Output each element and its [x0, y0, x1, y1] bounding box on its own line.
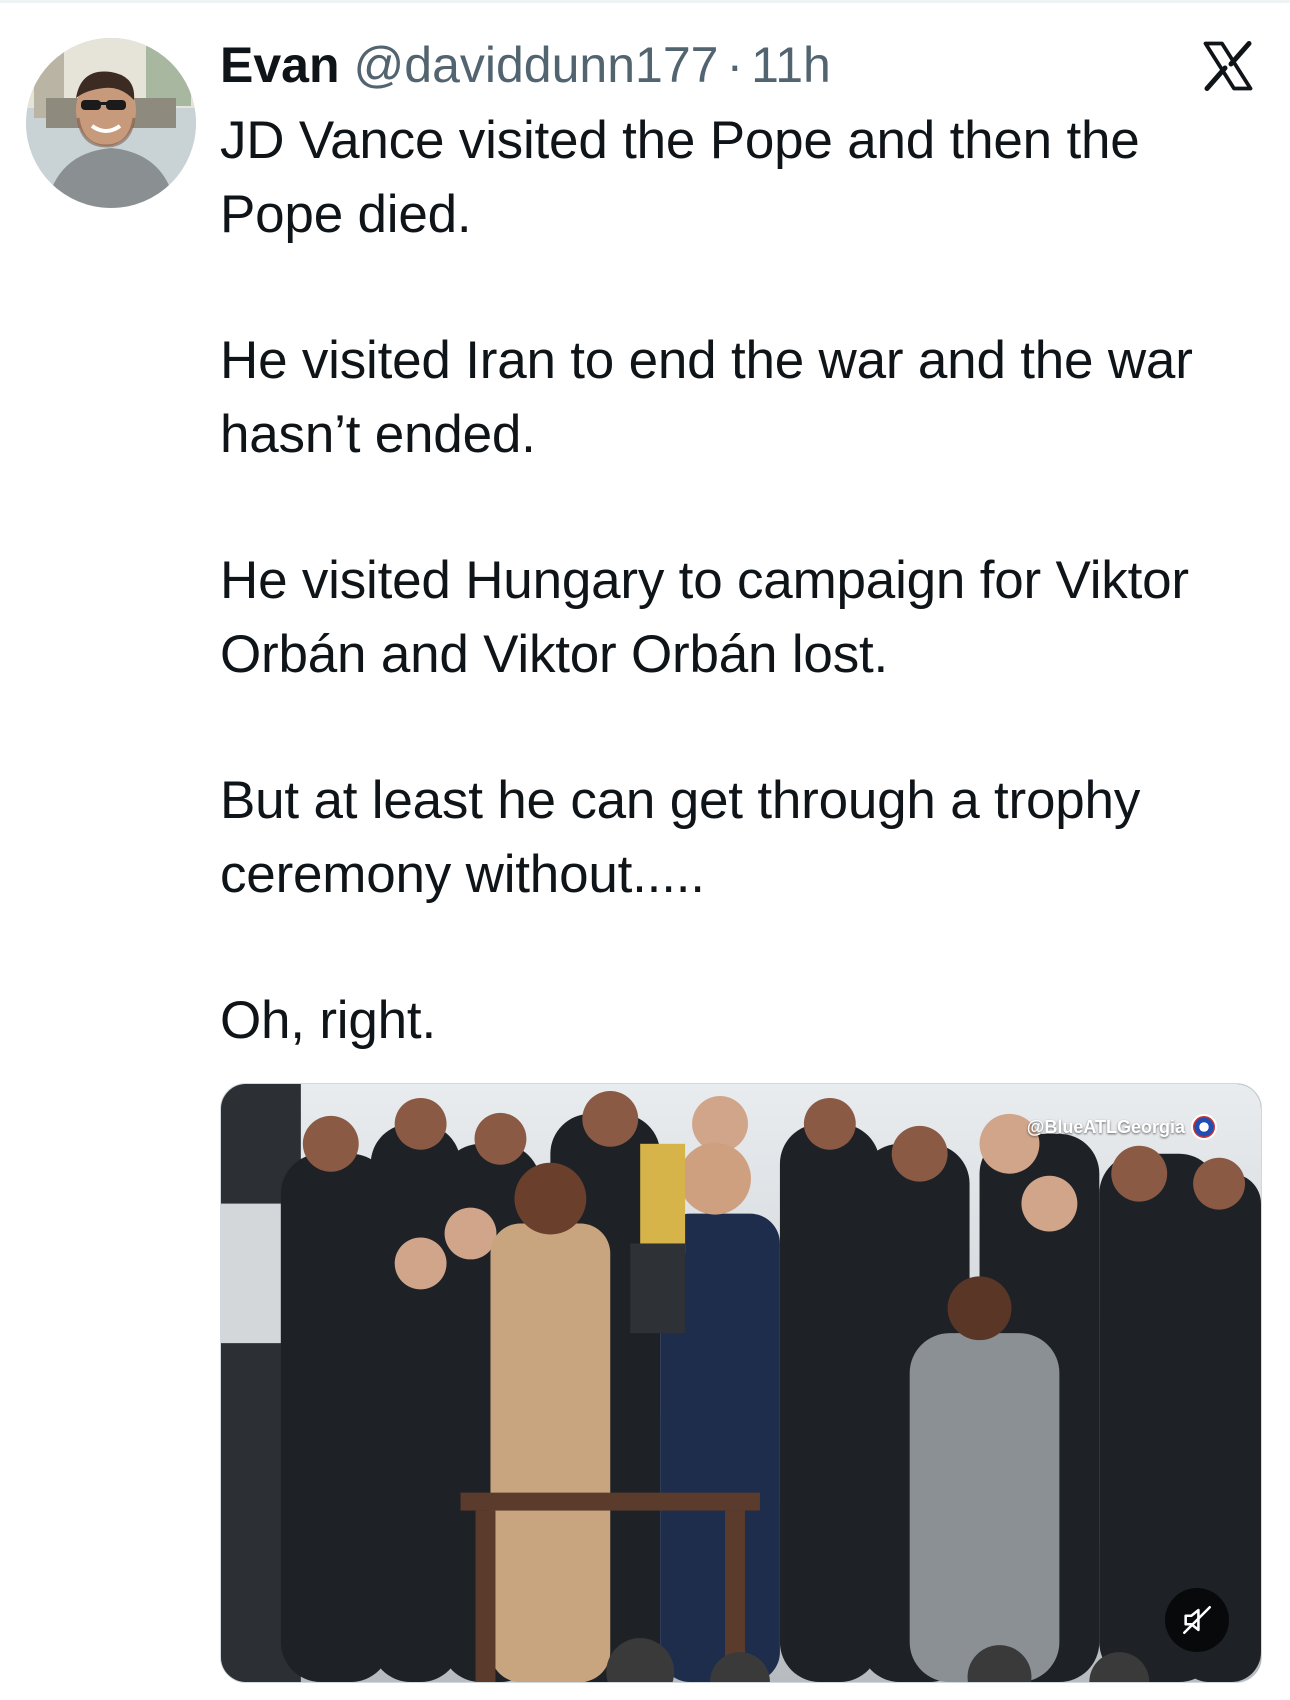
- tweet-paragraph: JD Vance visited the Pope and then the P…: [220, 111, 1140, 244]
- mute-toggle-button[interactable]: [1165, 1588, 1229, 1652]
- post-time[interactable]: 11h: [751, 36, 831, 94]
- tweet-paragraph: Oh, right.: [220, 991, 436, 1050]
- author-name[interactable]: Evan: [220, 36, 340, 94]
- avatar-photo: [26, 38, 196, 208]
- watermark-text: @BlueATLGeorgia: [1026, 1116, 1185, 1137]
- avatar[interactable]: [26, 38, 196, 208]
- speaker-muted-icon: [1182, 1605, 1212, 1635]
- video-frame: [221, 1084, 1261, 1682]
- author-handle[interactable]: @daviddunn177: [354, 36, 719, 94]
- video-watermark: @BlueATLGeorgia: [1027, 1114, 1217, 1140]
- x-logo-icon[interactable]: [1198, 36, 1258, 96]
- video-player[interactable]: @BlueATLGeorgia: [220, 1083, 1262, 1683]
- top-divider: [0, 0, 1290, 3]
- tweet-paragraph: He visited Iran to end the war and the w…: [220, 331, 1193, 464]
- watermark-badge-icon: [1191, 1114, 1217, 1140]
- tweet-text: JD Vance visited the Pope and then the P…: [220, 104, 1265, 1130]
- tweet-header: Evan @daviddunn177 · 11h: [220, 36, 831, 96]
- tweet-paragraph: He visited Hungary to campaign for Vikto…: [220, 551, 1189, 684]
- separator-dot: ·: [726, 37, 744, 93]
- tweet-paragraph: But at least he can get through a trophy…: [220, 771, 1141, 904]
